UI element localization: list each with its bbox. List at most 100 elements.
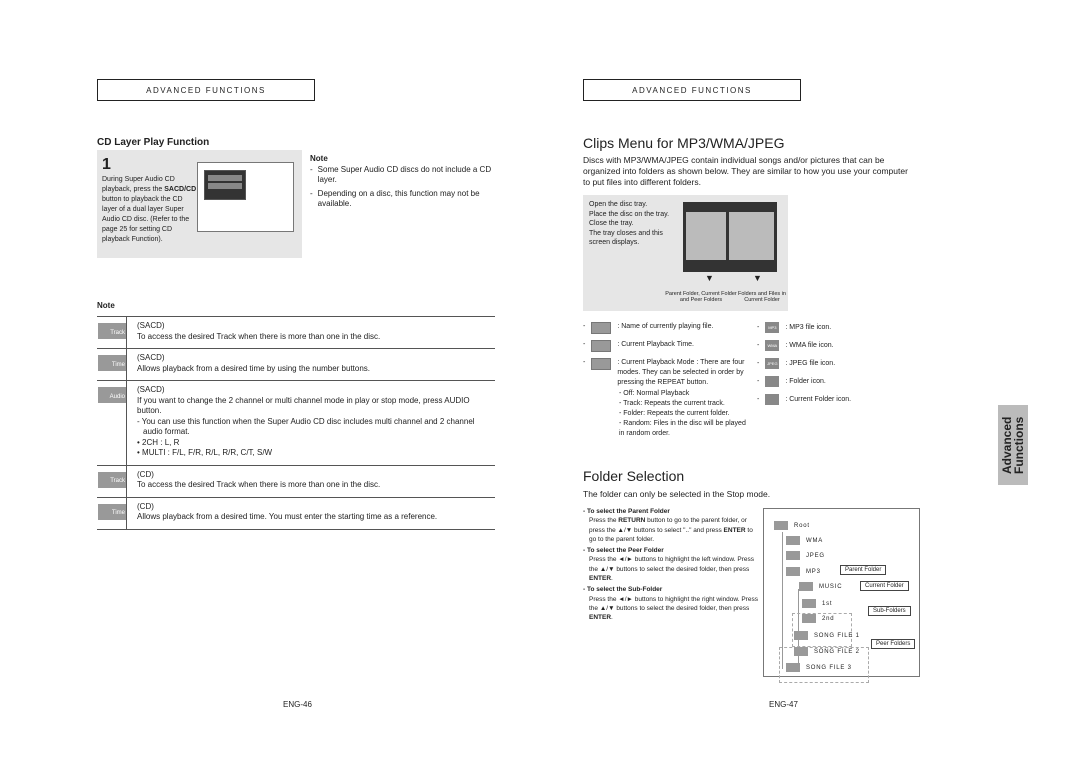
tree-node[interactable]: 2nd <box>802 614 834 623</box>
folder-icon <box>802 614 816 623</box>
row-text: (SACD) Allows playback from a desired tim… <box>127 349 380 380</box>
icon-cell: Audio <box>97 381 127 465</box>
tree-node[interactable]: 1st <box>802 599 832 608</box>
wma-icon: WMA <box>765 340 780 351</box>
row-text: (CD) To access the desired Track when the… <box>127 466 390 497</box>
tree-callout: Parent Folder <box>840 565 887 575</box>
tray-step: Place the disc on the tray. <box>589 210 670 218</box>
folder-icon <box>786 551 800 560</box>
caption-left: Parent Folder, Current Folder and Peer F… <box>665 291 737 303</box>
arrow-down-icon: ▼ <box>753 273 762 283</box>
note2-title: Note <box>97 301 115 310</box>
left-header: Advanced Functions <box>97 79 315 101</box>
instruction: - To select the Parent Folder Press the R… <box>583 507 758 544</box>
current-folder-icon <box>765 394 780 405</box>
icons-left: -: Name of currently playing file. -: Cur… <box>583 322 753 439</box>
right-header: Advanced Functions <box>583 79 801 101</box>
folder-icon <box>774 521 788 530</box>
tree-node[interactable]: JPEG <box>786 551 825 560</box>
row-line: - You can use this function when the Sup… <box>137 416 475 437</box>
icon-cell: Track <box>97 317 127 348</box>
row-line: To access the desired Track when there i… <box>137 480 381 489</box>
icon-desc: : Name of currently playing file. <box>617 323 714 330</box>
tree-node[interactable]: Root <box>774 521 810 530</box>
icon-desc: : Current Playback Mode : There are four… <box>617 359 745 386</box>
table-row: Time (CD) Allows playback from a desired t… <box>97 497 495 530</box>
function-table: Track (SACD) To access the desired Track w… <box>97 316 495 530</box>
step-text-bold: SACD/CD <box>164 186 197 193</box>
jpeg-icon: JPEG <box>765 358 780 369</box>
mode-list: - Off: Normal Playback - Track: Repeats t… <box>583 389 753 439</box>
instruction-title: - To select the Peer Folder <box>583 547 664 555</box>
icon-desc: : WMA file icon. <box>785 341 834 349</box>
tree-node-label: SONG FILE 1 <box>814 632 860 639</box>
arrow-down-icon: ▼ <box>705 273 714 283</box>
tree-node-label: MP3 <box>806 568 821 575</box>
icon-legend-item: -: Current Folder icon. <box>757 394 907 405</box>
track-icon: Track <box>98 471 126 488</box>
step-box: 1 During Super Audio CD playback, press … <box>97 150 302 258</box>
side-tab-label: Advanced Functions <box>1000 416 1026 474</box>
instruction: - To select the Sub-Folder Press the ◄/► … <box>583 585 758 622</box>
tree-node[interactable]: MP3 <box>786 567 821 576</box>
folder-icon <box>786 567 800 576</box>
mode-item: - Off: Normal Playback <box>619 390 690 397</box>
instruction-title: - To select the Parent Folder <box>583 508 670 515</box>
folder-icon <box>794 631 808 640</box>
playback-time-icon <box>591 340 612 352</box>
tray-step: Open the disc tray. <box>589 201 648 208</box>
tree-node-label: 1st <box>822 600 833 607</box>
instructions: - To select the Parent Folder Press the R… <box>583 507 758 625</box>
row-text: (SACD) To access the desired Track when t… <box>127 317 390 348</box>
mode-item: - Track: Repeats the current track. <box>619 400 725 407</box>
side-tab[interactable]: Advanced Functions <box>998 405 1028 485</box>
section-title: CD Layer Play Function <box>97 137 210 148</box>
current-folder-icon <box>799 582 813 591</box>
tree-node[interactable]: MUSIC <box>799 582 842 591</box>
folder-title: Folder Selection <box>583 468 685 484</box>
folder-icon <box>802 599 816 608</box>
note-item: Some Super Audio CD discs do not include… <box>317 164 492 185</box>
menu-screen <box>683 202 777 272</box>
tree-node[interactable]: SONG FILE 3 <box>786 663 852 672</box>
icon-legend-item: -: Name of currently playing file. <box>583 322 753 334</box>
tray-step: The tray closes and this screen displays… <box>589 229 663 247</box>
tree-node[interactable]: SONG FILE 2 <box>794 647 860 656</box>
row-mode: (SACD) <box>137 353 165 362</box>
track-icon: Track <box>98 323 126 339</box>
icon-legend-item: - JPEG: JPEG file icon. <box>757 358 907 369</box>
folder-sub: The folder can only be selected in the S… <box>583 489 771 499</box>
tree-node-label: SONG FILE 2 <box>814 648 860 655</box>
tray-box: Open the disc tray. Place the disc on the… <box>583 195 788 311</box>
row-line: To access the desired Track when there i… <box>137 331 381 341</box>
row-line: Allows playback from a desired time by u… <box>137 363 371 373</box>
row-mode: (SACD) <box>137 385 165 394</box>
mode-item: - Random: Files in the disc will be play… <box>619 420 746 437</box>
row-line: • 2CH : L, R <box>137 437 180 447</box>
instruction-title: - To select the Sub-Folder <box>583 586 663 594</box>
row-mode: (CD) <box>137 469 154 479</box>
row-line: Allows playback from a desired time. You… <box>137 512 438 521</box>
tree-node-label: JPEG <box>806 552 825 559</box>
icon-cell: Track <box>97 465 127 497</box>
row-mode: (CD) <box>137 501 154 511</box>
tree-node[interactable]: SONG FILE 1 <box>794 631 860 640</box>
tree-node-label: Root <box>794 522 810 529</box>
time-icon: Time <box>98 355 126 371</box>
tree-callout: Peer Folders <box>871 639 916 649</box>
instruction: - To select the Peer Folder Press the ◄/►… <box>583 546 758 583</box>
step-text-b: button to playback the CD layer of a dua… <box>102 196 190 243</box>
tree-callout: Sub-Folders <box>868 606 911 616</box>
folder-icon <box>794 647 808 656</box>
icon-cell: Time <box>97 349 127 380</box>
tree-node[interactable]: WMA <box>786 536 823 545</box>
tree-node-label: 2nd <box>822 615 835 622</box>
tray-steps: Open the disc tray. Place the disc on the… <box>589 200 684 248</box>
table-row: Audio (SACD) If you want to change the 2 c… <box>97 381 495 466</box>
instruction-text: Press the RETURN button to go to the par… <box>589 517 753 543</box>
table-row: Track (CD) To access the desired Track whe… <box>97 465 495 498</box>
instruction-text: Press the ◄/► buttons to highlight the r… <box>589 595 758 622</box>
page-number-right: ENG-47 <box>769 700 798 709</box>
note-box: Note - Some Super Audio CD discs do not i… <box>310 154 500 210</box>
folder-icon <box>765 376 780 387</box>
